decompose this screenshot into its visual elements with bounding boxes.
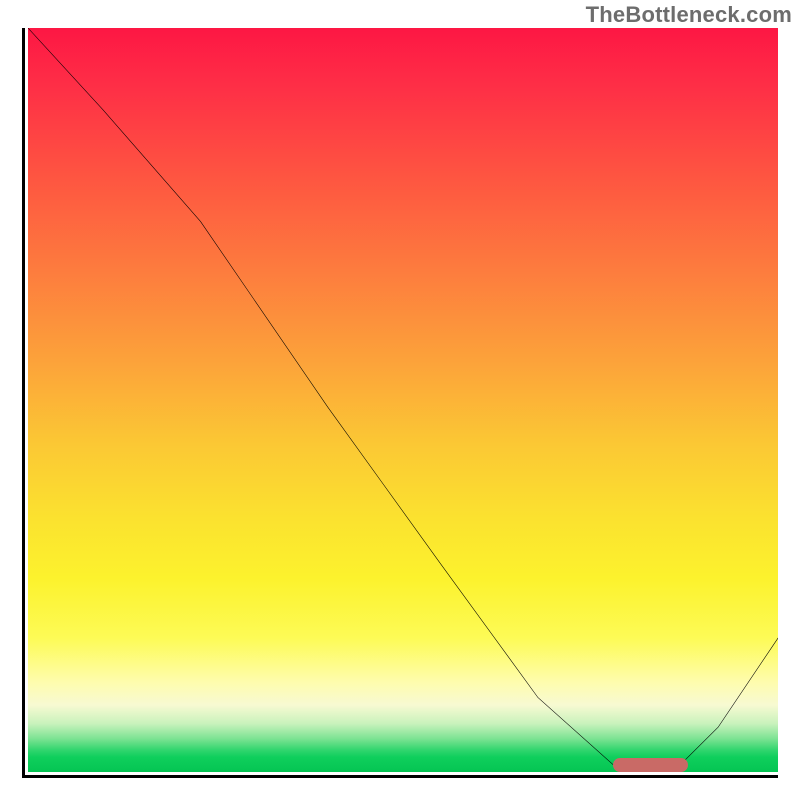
plot-area: [28, 28, 778, 772]
optimal-range-marker: [613, 758, 688, 772]
chart-canvas: TheBottleneck.com: [0, 0, 800, 800]
watermark-text: TheBottleneck.com: [586, 2, 792, 28]
bottleneck-curve: [28, 28, 778, 772]
plot-frame: [22, 28, 778, 778]
